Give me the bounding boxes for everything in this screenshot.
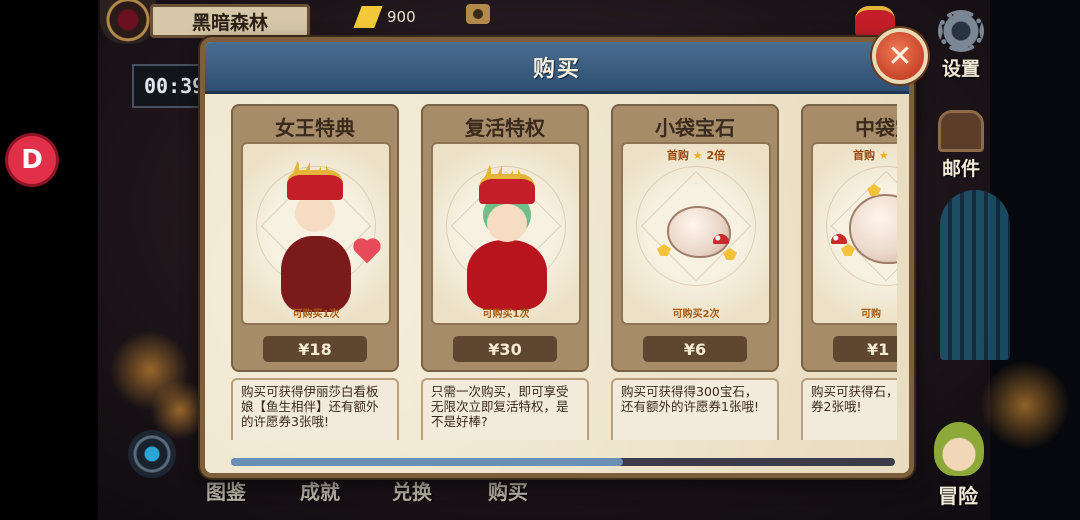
price-text: ¥30 (488, 339, 522, 359)
purchase-limit: 可购 (861, 309, 881, 320)
background-window (940, 190, 1010, 360)
purchase-limit: 可购买1次 (292, 309, 340, 320)
price-text: ¥1 (867, 339, 890, 359)
shop-card-medium-gem-bag[interactable]: 中袋宝 首购 ★ 可购 ¥1 购买可获得 (801, 104, 897, 440)
adventure-button-label[interactable]: 冒险 (938, 480, 978, 509)
price-text: ¥6 (683, 339, 707, 359)
purchase-dialog: 购买 女王特典 可购买1次 ¥18 购买可获得伊丽莎白看板娘【鱼生相伴】还有额外… (200, 37, 914, 478)
diamond-icon (353, 6, 382, 28)
card-artwork: 可购买1次 (431, 142, 581, 325)
card-title: 复活特权 (465, 116, 545, 140)
horizontal-scrollbar[interactable] (231, 458, 895, 466)
diamond-count: 900 (387, 8, 416, 26)
camera-icon[interactable] (466, 4, 490, 24)
settings-button[interactable]: 设置 (930, 10, 992, 81)
nav-achievements[interactable]: 成就 (300, 476, 340, 505)
settings-label: 设置 (941, 58, 980, 80)
first-purchase-label: 首购 (853, 149, 875, 162)
shop-card-queen-bonus[interactable]: 女王特典 可购买1次 ¥18 购买可获得伊丽莎白看板娘【鱼生相伴】还有额外的许愿… (231, 104, 399, 440)
mushroom-icon (713, 234, 729, 244)
card-title: 小袋宝石 (655, 116, 735, 140)
scrollbar-thumb[interactable] (231, 458, 623, 466)
card-description: 购买可获得石，还有额外券2张哦! (801, 378, 897, 440)
star-icon: ★ (878, 149, 889, 162)
shop-card-small-gem-bag[interactable]: 小袋宝石 首购 ★ 2倍 可购买2次 ¥6 购买可获得得300宝石，还有额外的许… (611, 104, 779, 440)
location-banner: 黑暗森林 (150, 4, 310, 38)
card-artwork: 可购买1次 (241, 142, 391, 325)
card-frame: 中袋宝 首购 ★ 可购 ¥1 (801, 104, 897, 372)
star-icon: ★ (692, 149, 703, 162)
shop-card-list[interactable]: 女王特典 可购买1次 ¥18 购买可获得伊丽莎白看板娘【鱼生相伴】还有额外的许愿… (231, 104, 897, 440)
first-purchase-label: 首购 (666, 149, 689, 162)
card-description: 只需一次购买，即可享受无限次立即复活特权，是不是好棒? (421, 378, 589, 440)
candle-glow (980, 360, 1070, 450)
card-frame: 女王特典 可购买1次 ¥18 (231, 104, 399, 372)
price-button[interactable]: ¥6 (643, 336, 747, 362)
timer-text: 00:39 (144, 74, 205, 98)
mail-button[interactable]: 邮件 (930, 110, 992, 181)
close-button[interactable]: ✕ (872, 28, 928, 84)
gem-bag-icon (667, 206, 731, 258)
price-text: ¥18 (298, 339, 332, 359)
card-frame: 小袋宝石 首购 ★ 2倍 可购买2次 ¥6 (611, 104, 779, 372)
crown-icon (479, 174, 535, 204)
purchase-limit: 可购买2次 (672, 309, 720, 320)
dialog-header: 购买 (205, 42, 909, 94)
shop-card-revive-privilege[interactable]: 复活特权 可购买1次 ¥30 只需一次购买，即可享受无限次立即复活特权，是不是好… (421, 104, 589, 440)
card-artwork: 首购 ★ 2倍 可购买2次 (621, 142, 771, 325)
price-button[interactable]: ¥30 (453, 336, 557, 362)
location-name: 黑暗森林 (191, 11, 268, 34)
first-purchase-badge: 首购 ★ (813, 147, 897, 163)
mail-label: 邮件 (941, 158, 980, 180)
revive-character-face (487, 204, 527, 242)
card-description: 购买可获得得300宝石，还有额外的许愿券1张哦! (611, 378, 779, 440)
dialog-body: 女王特典 可购买1次 ¥18 购买可获得伊丽莎白看板娘【鱼生相伴】还有额外的许愿… (205, 94, 909, 473)
card-title: 中袋宝 (855, 116, 897, 140)
card-frame: 复活特权 可购买1次 ¥30 (421, 104, 589, 372)
gear-icon (938, 10, 984, 52)
dialog-title: 购买 (532, 56, 581, 82)
timer-display: 00:39 (132, 64, 210, 108)
adventure-character-icon[interactable] (934, 422, 984, 476)
first-purchase-badge: 首购 ★ 2倍 (623, 147, 769, 163)
mushroom-icon (831, 234, 847, 244)
floating-app-icon[interactable]: D (8, 136, 56, 184)
revive-character-cape (467, 240, 547, 310)
crown-icon (287, 170, 343, 200)
screen-edge-left (0, 0, 98, 520)
price-button[interactable]: ¥1 (833, 336, 897, 362)
card-title: 女王特典 (275, 116, 355, 140)
price-button[interactable]: ¥18 (263, 336, 367, 362)
nav-exchange[interactable]: 兑换 (392, 476, 432, 505)
queen-character-dress (281, 236, 351, 312)
player-emblem[interactable] (100, 0, 156, 44)
bonus-multiplier: 2倍 (706, 149, 726, 162)
card-artwork: 首购 ★ 可购 (811, 142, 897, 325)
close-icon: ✕ (887, 38, 913, 74)
nav-purchase[interactable]: 购买 (488, 476, 528, 505)
nav-collection[interactable]: 图鉴 (206, 476, 246, 505)
mailbox-icon (938, 110, 984, 152)
purchase-limit: 可购买1次 (482, 309, 530, 320)
card-description: 购买可获得伊丽莎白看板娘【鱼生相伴】还有额外的许愿券3张哦! (231, 378, 399, 440)
